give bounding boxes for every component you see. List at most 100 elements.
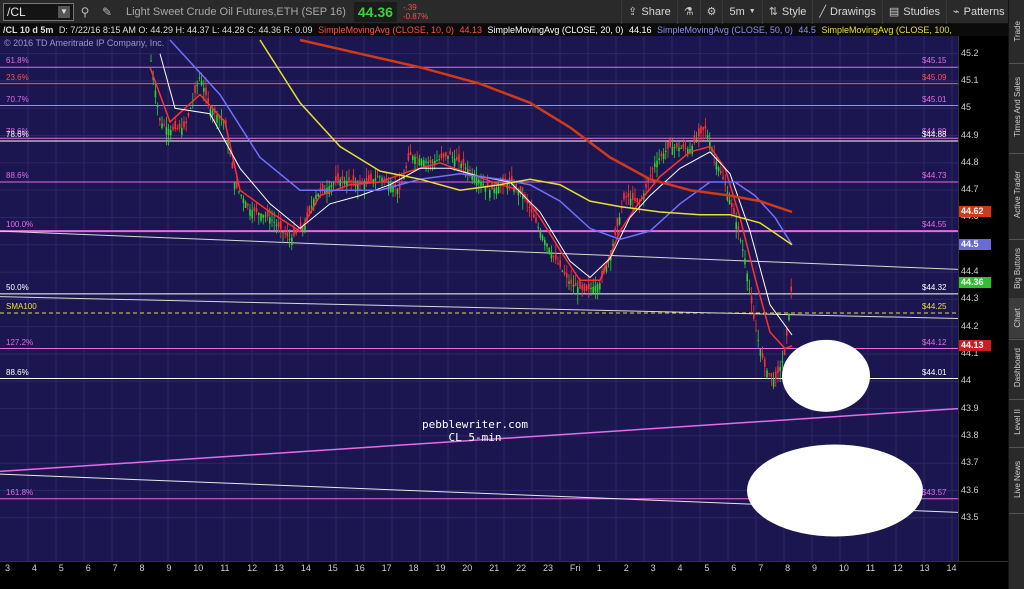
- candle-body: [572, 284, 575, 287]
- candle-body: [442, 153, 445, 158]
- candle-body: [258, 212, 260, 216]
- style-button[interactable]: ⇅ Style: [761, 0, 813, 24]
- chart-canvas[interactable]: [0, 36, 958, 561]
- price-chart[interactable]: © 2016 TD Ameritrade IP Company, Inc. 61…: [0, 36, 958, 561]
- sidebar-tab-active-trader[interactable]: Active Trader: [1009, 152, 1024, 240]
- candle-body: [706, 135, 709, 138]
- trend-line: [0, 296, 958, 319]
- highlight-ellipse: [782, 339, 870, 412]
- sidebar-tab-chart[interactable]: Chart: [1009, 298, 1024, 340]
- candle-body: [695, 139, 698, 141]
- sidebar-tab-level-ii[interactable]: Level II: [1009, 398, 1024, 448]
- candle-body: [196, 85, 198, 87]
- candle-body: [244, 202, 247, 209]
- price-tick-label: 45: [961, 102, 972, 113]
- time-tick-label: 13: [919, 563, 930, 573]
- drawings-button[interactable]: ╱ Drawings: [812, 0, 881, 24]
- candle-body: [405, 166, 407, 169]
- candle-body: [264, 215, 267, 217]
- settings-button[interactable]: ⚙: [699, 0, 723, 24]
- candle-body: [693, 135, 696, 143]
- candle-body: [634, 198, 636, 202]
- candle-body: [623, 192, 625, 200]
- time-tick-label: 3: [5, 563, 11, 573]
- candle-body: [350, 180, 352, 183]
- studies-lab-button[interactable]: ⚗: [676, 0, 700, 24]
- candle-body: [440, 153, 443, 159]
- edit-icon[interactable]: ✎: [96, 3, 118, 21]
- candle-body: [288, 238, 291, 240]
- sidebar-tab-times-and-sales[interactable]: Times And Sales: [1009, 62, 1024, 154]
- candle-body: [280, 221, 282, 230]
- candle-body: [200, 80, 203, 86]
- candle-body: [438, 159, 440, 161]
- chart-period: /CL 10 d 5m: [3, 25, 54, 35]
- sma20-name[interactable]: SimpleMovingAvg (CLOSE, 20, 0): [488, 25, 624, 35]
- price-tick-label: 44.3: [961, 293, 979, 304]
- candle-body: [198, 77, 201, 79]
- candle-body: [757, 339, 759, 341]
- candle-body: [768, 373, 770, 375]
- candle-body: [548, 247, 550, 254]
- candle-body: [284, 233, 286, 235]
- sma50-name[interactable]: SimpleMovingAvg (CLOSE, 50, 0): [657, 25, 793, 35]
- time-axis[interactable]: 3 4 5 6 7 8 9 10 11 12 13 14 15 16 17 18 19 20 21 22 23 Fri 1 2…: [0, 561, 1008, 589]
- candle-body: [704, 125, 707, 129]
- sma50-value: 44.5: [798, 25, 816, 35]
- sidebar-tab-big-buttons[interactable]: Big Buttons: [1009, 238, 1024, 300]
- price-tick-label: 44.8: [961, 156, 979, 167]
- candle-body: [658, 158, 660, 160]
- time-tick-label: 4: [677, 563, 683, 573]
- candle-body: [625, 196, 627, 198]
- studies-button[interactable]: ▤ Studies: [881, 0, 946, 24]
- candle-body: [412, 155, 414, 160]
- price-axis[interactable]: 45.245.14544.944.844.744.644.544.444.344…: [958, 36, 1008, 561]
- sma100-name[interactable]: SimpleMovingAvg (CLOSE, 100,: [821, 25, 951, 35]
- price-tick-label: 43.6: [961, 484, 979, 495]
- patterns-button[interactable]: ⌁ Patterns: [945, 0, 1011, 24]
- time-tick-label: 10: [838, 563, 849, 573]
- candle-body: [636, 198, 638, 203]
- candle-body: [260, 213, 262, 221]
- fib-level-price: $44.12: [922, 337, 947, 347]
- candle-body: [205, 87, 207, 96]
- symbol-selector[interactable]: /CL ▼: [3, 2, 74, 21]
- candle-body: [772, 379, 775, 387]
- candle-body: [720, 170, 722, 174]
- candle-body: [161, 123, 163, 128]
- share-button[interactable]: ⇪ Share: [621, 0, 677, 24]
- candle-body: [273, 222, 275, 224]
- fib-level-price: $44.55: [922, 220, 947, 230]
- sidebar-tab-live-news[interactable]: Live News: [1009, 446, 1024, 514]
- candle-body: [453, 158, 456, 167]
- fib-level-label: 50.0%: [6, 282, 29, 292]
- patterns-label: Patterns: [963, 5, 1005, 18]
- sma10-value: 44.13: [459, 25, 483, 35]
- candle-body: [275, 224, 278, 226]
- candle-body: [189, 108, 192, 110]
- timeframe-button[interactable]: 5m ▼: [722, 0, 761, 24]
- candle-body: [552, 255, 555, 257]
- link-icon[interactable]: ⚲: [74, 3, 96, 21]
- candle-body: [181, 127, 183, 135]
- chevron-down-icon[interactable]: ▼: [58, 5, 70, 18]
- sma200-line: [299, 38, 793, 214]
- sidebar-tab-dashboard[interactable]: Dashboard: [1009, 338, 1024, 400]
- time-tick-label: 14: [300, 563, 311, 573]
- fib-level-price: $44.25: [922, 302, 947, 312]
- sma10-name[interactable]: SimpleMovingAvg (CLOSE, 10, 0): [318, 25, 454, 35]
- timeframe-label: 5m: [729, 5, 745, 18]
- candle-body: [150, 60, 152, 62]
- fib-level-label: 70.7%: [6, 94, 29, 104]
- time-tick-label: 5: [704, 563, 710, 573]
- candle-body: [682, 143, 685, 149]
- candle-body: [262, 214, 264, 218]
- candle-body: [291, 237, 293, 246]
- candle-body: [339, 179, 341, 187]
- sidebar-tab-trade[interactable]: Trade: [1009, 0, 1024, 64]
- time-tick-label: 12: [247, 563, 258, 573]
- candle-body: [676, 143, 678, 148]
- candle-body: [418, 158, 421, 166]
- candle-body: [458, 154, 460, 163]
- candle-body: [240, 194, 242, 196]
